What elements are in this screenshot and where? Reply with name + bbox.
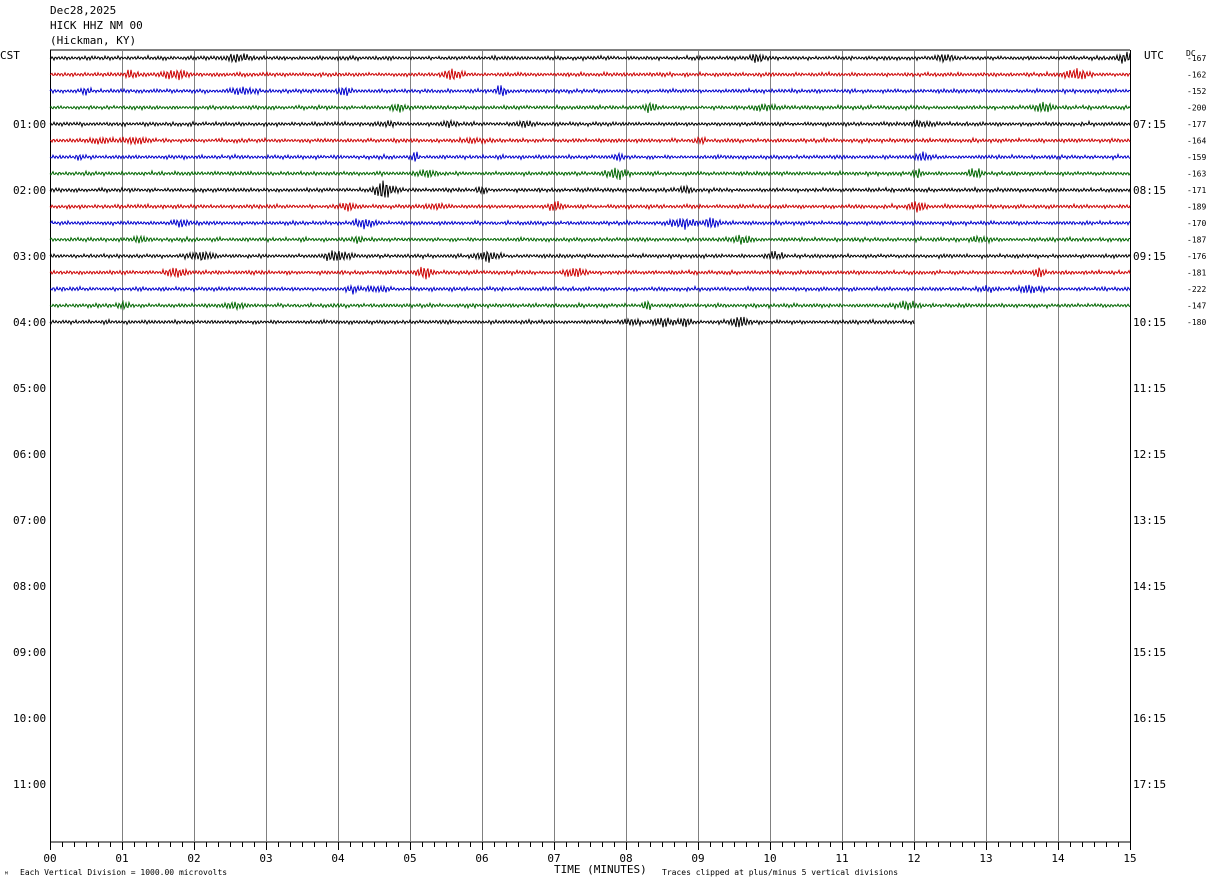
x-tick-label: 10 — [763, 852, 776, 865]
dc-value: -171 — [1187, 186, 1206, 195]
trace-row-16 — [49, 299, 1131, 312]
x-tick-label: 11 — [835, 852, 848, 865]
trace-row-13 — [49, 250, 1131, 263]
trace-row-6 — [49, 135, 1131, 146]
hour-label-right: 10:15 — [1133, 316, 1166, 329]
hour-label-right: 16:15 — [1133, 712, 1166, 725]
dc-value: -164 — [1187, 137, 1206, 146]
trace-row-3 — [49, 85, 1131, 97]
trace-row-2 — [49, 68, 1131, 81]
trace-row-11 — [49, 217, 1131, 230]
dc-value: -222 — [1187, 285, 1206, 294]
dc-value: -162 — [1187, 71, 1206, 80]
hour-label-right: 07:15 — [1133, 118, 1166, 131]
hour-label-left: 04:00 — [13, 316, 46, 329]
trace-row-15 — [49, 283, 1131, 295]
hour-label-left: 06:00 — [13, 448, 46, 461]
x-tick-label: 02 — [187, 852, 200, 865]
dc-value: -163 — [1187, 170, 1206, 179]
x-tick-label: 12 — [907, 852, 920, 865]
logo-mark: ᴹ — [4, 870, 9, 879]
hour-label-right: 12:15 — [1133, 448, 1166, 461]
dc-value: -170 — [1187, 219, 1206, 228]
x-tick-label: 06 — [475, 852, 488, 865]
hour-label-left: 09:00 — [13, 646, 46, 659]
hour-label-left: 02:00 — [13, 184, 46, 197]
dc-value: -187 — [1187, 236, 1206, 245]
hour-label-left: 07:00 — [13, 514, 46, 527]
scale-note: Each Vertical Division = 1000.00 microvo… — [20, 868, 228, 877]
hour-label-right: 13:15 — [1133, 514, 1166, 527]
dc-value: -167 — [1187, 54, 1206, 63]
dc-value: -181 — [1187, 269, 1206, 278]
trace-row-9 — [49, 180, 1131, 198]
x-tick-label: 00 — [43, 852, 56, 865]
x-tick-label: 09 — [691, 852, 704, 865]
x-tick-label: 03 — [259, 852, 272, 865]
x-tick-label: 01 — [115, 852, 128, 865]
trace-lines — [49, 51, 1131, 328]
trace-row-5 — [49, 118, 1131, 129]
x-axis-title: TIME (MINUTES) — [554, 863, 647, 876]
hour-label-left: 08:00 — [13, 580, 46, 593]
x-tick-label: 15 — [1123, 852, 1136, 865]
trace-row-1 — [49, 51, 1131, 64]
dc-value: -147 — [1187, 302, 1206, 311]
hour-label-left: 11:00 — [13, 778, 46, 791]
dc-value: -177 — [1187, 120, 1206, 129]
hour-label-left: 01:00 — [13, 118, 46, 131]
x-tick-label: 05 — [403, 852, 416, 865]
trace-row-7 — [49, 151, 1131, 163]
hour-label-right: 15:15 — [1133, 646, 1166, 659]
hour-label-right: 14:15 — [1133, 580, 1166, 593]
dc-value: -152 — [1187, 87, 1206, 96]
dc-value: -180 — [1187, 318, 1206, 327]
x-tick-label: 13 — [979, 852, 992, 865]
dc-value: -200 — [1187, 104, 1206, 113]
clip-note: Traces clipped at plus/minus 5 vertical … — [662, 868, 899, 877]
hour-label-left: 05:00 — [13, 382, 46, 395]
hour-label-right: 11:15 — [1133, 382, 1166, 395]
x-tick-label: 04 — [331, 852, 345, 865]
hour-label-right: 08:15 — [1133, 184, 1166, 197]
trace-row-14 — [49, 266, 1131, 280]
trace-row-10 — [49, 201, 1131, 213]
dc-value: -176 — [1187, 252, 1206, 261]
hour-label-right: 17:15 — [1133, 778, 1166, 791]
trace-row-12 — [49, 234, 1130, 245]
dc-value: -189 — [1187, 203, 1206, 212]
hour-label-right: 09:15 — [1133, 250, 1166, 263]
trace-row-4 — [49, 101, 1131, 113]
hour-label-left: 03:00 — [13, 250, 46, 263]
seismogram-plot: 00 01 02 03 04 05 06 07 08 09 10 11 12 13 14 1501:0002:… — [13, 49, 1206, 865]
x-tick-label: 14 — [1051, 852, 1065, 865]
dc-value: -159 — [1187, 153, 1206, 162]
trace-row-8 — [49, 167, 1131, 181]
hour-label-left: 10:00 — [13, 712, 46, 725]
